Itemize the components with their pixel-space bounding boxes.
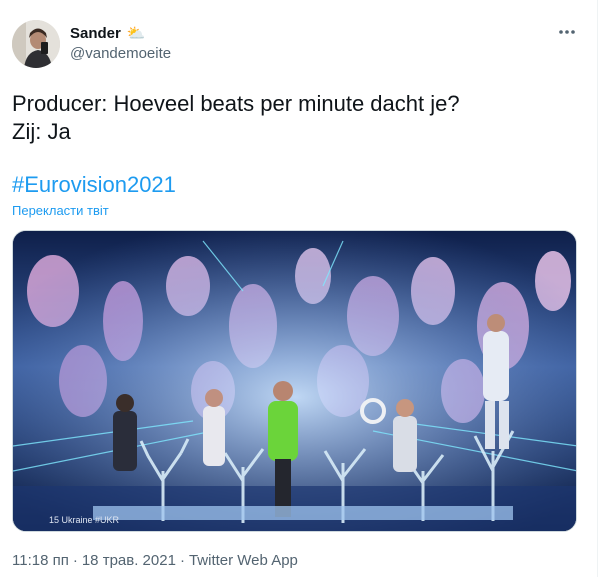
author-name-row[interactable]: Sander ⛅ [70,24,146,43]
tweet-text-line-2: Zij: Ja [12,119,71,144]
tweet-date[interactable]: 18 трав. 2021 [82,552,176,569]
ellipsis-icon [559,30,575,34]
author-name[interactable]: Sander [70,25,121,42]
tweet-source-app[interactable]: Twitter Web App [189,552,298,569]
tweet-metadata: 11:18 пп · 18 трав. 2021 · Twitter Web A… [12,552,298,569]
hashtag-link[interactable]: #Eurovision2021 [12,172,176,198]
media-caption: 15 Ukraine #UKR [49,515,120,525]
more-options-button[interactable] [557,22,577,42]
tweet-text: Producer: Hoeveel beats per minute dacht… [12,90,460,146]
tweet-card: Sander ⛅ @vandemoeite Producer: Hoeveel … [0,0,598,577]
stage-performance-image [13,231,576,531]
author-handle[interactable]: @vandemoeite [70,45,171,62]
avatar[interactable] [12,20,60,68]
translate-tweet-link[interactable]: Перекласти твіт [12,203,109,218]
tweet-time[interactable]: 11:18 пп [12,552,69,569]
meta-separator: · [179,552,185,569]
sun-behind-cloud-icon: ⛅ [126,25,146,42]
tweet-text-line-1: Producer: Hoeveel beats per minute dacht… [12,91,460,116]
tweet-media-image[interactable]: 15 Ukraine #UKR [12,230,577,532]
meta-separator: · [72,552,78,569]
